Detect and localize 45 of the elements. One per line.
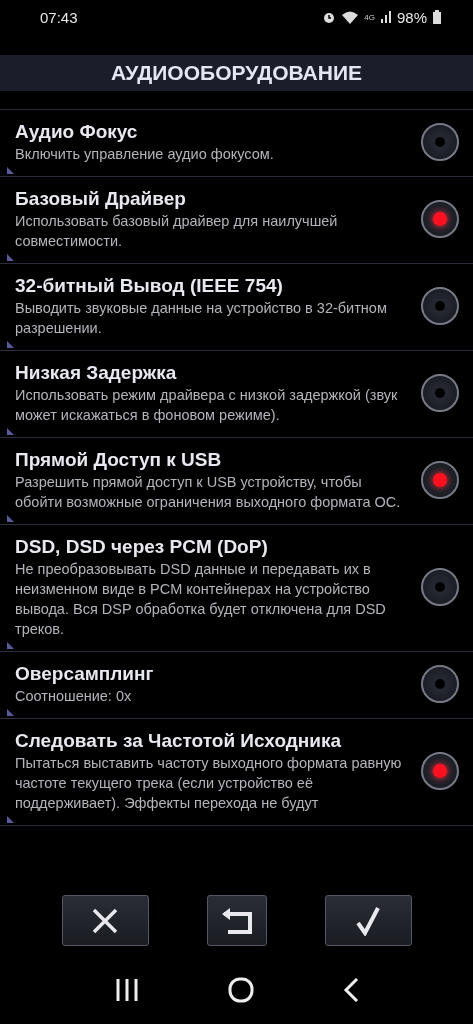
radio-button[interactable] [421, 460, 459, 499]
setting-title: Прямой Доступ к USB [15, 448, 223, 472]
setting-title: Низкая Задержка [15, 361, 178, 385]
setting-title: 32-битный Вывод (IEEE 754) [15, 274, 284, 298]
corner-icon [7, 341, 14, 348]
setting-title: Аудио Фокус [15, 120, 139, 144]
radio-button[interactable] [421, 199, 459, 238]
setting-description: Разрешить прямой доступ к USB устройству, чтобы обойти возможные ограничения выходного формата ОС. [15, 473, 402, 512]
radio-button[interactable] [421, 286, 459, 325]
confirm-button[interactable] [324, 895, 412, 946]
setting-description: Пытаться выставить частоту выходного формата равную частоте текущего трека (если устройство её поддерживает). Эффекты перехода не будут [15, 754, 403, 813]
radio-button[interactable] [421, 664, 459, 703]
radio-button[interactable] [421, 373, 459, 412]
setting-title: Базовый Драйвер [15, 187, 187, 211]
battery-icon [433, 10, 441, 24]
setting-title: DSD, DSD через PCM (DoP) [15, 535, 269, 559]
reset-button[interactable] [206, 895, 267, 946]
corner-icon [7, 167, 14, 174]
signal-icon [380, 11, 391, 23]
alarm-icon [322, 10, 337, 24]
screen-title: АУДИООБОРУДОВАНИЕ [110, 61, 363, 85]
setting-description: Выводить звуковые данные на устройство в 32-битном разрешении. [15, 299, 388, 338]
setting-description: Использовать базовый драйвер для наилучшей совместимости. [15, 212, 339, 251]
corner-icon [7, 709, 14, 716]
wifi-icon [342, 10, 359, 24]
corner-icon [7, 515, 14, 522]
corner-icon [7, 254, 14, 261]
setting-title: Следовать за Частотой Исходника [15, 729, 343, 753]
corner-icon [7, 816, 14, 823]
setting-description: Не преобразовывать DSD данные и передавать их в неизменном виде в PCM контейнерах на устройство вывода. Вся DSP обработка будет отключена для DSD треков. [15, 560, 387, 639]
radio-button[interactable] [421, 122, 459, 161]
setting-title: Оверсамплинг [15, 662, 155, 686]
setting-description: Включить управление аудио фокусом. [15, 145, 275, 164]
network-type: 4G [364, 12, 375, 22]
checkmark-icon [355, 905, 381, 936]
setting-description: Соотношение: 0x [15, 687, 133, 706]
radio-button[interactable] [421, 567, 459, 606]
close-icon [92, 907, 118, 934]
corner-icon [7, 428, 14, 435]
setting-description: Использовать режим драйвера с низкой задержкой (звук может искажаться в фоновом режиме). [15, 386, 399, 425]
status-time: 07:43 [40, 8, 78, 26]
corner-icon [7, 642, 14, 649]
cancel-button[interactable] [61, 895, 149, 946]
radio-button[interactable] [421, 751, 459, 790]
battery-percent: 98% [396, 8, 427, 26]
